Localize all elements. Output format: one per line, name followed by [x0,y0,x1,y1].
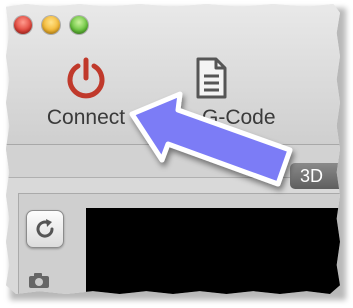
3d-viewport[interactable] [86,208,340,294]
camera-icon[interactable] [28,272,50,288]
window-close-button[interactable] [14,16,32,34]
refresh-button[interactable] [26,210,64,248]
window-zoom-button[interactable] [70,16,88,34]
power-icon [67,57,105,99]
refresh-icon [36,219,54,238]
annotation-arrow [129,91,293,187]
window-minimize-button[interactable] [42,16,60,34]
screenshot-stage: Connect G-Code 3D [0,0,353,308]
